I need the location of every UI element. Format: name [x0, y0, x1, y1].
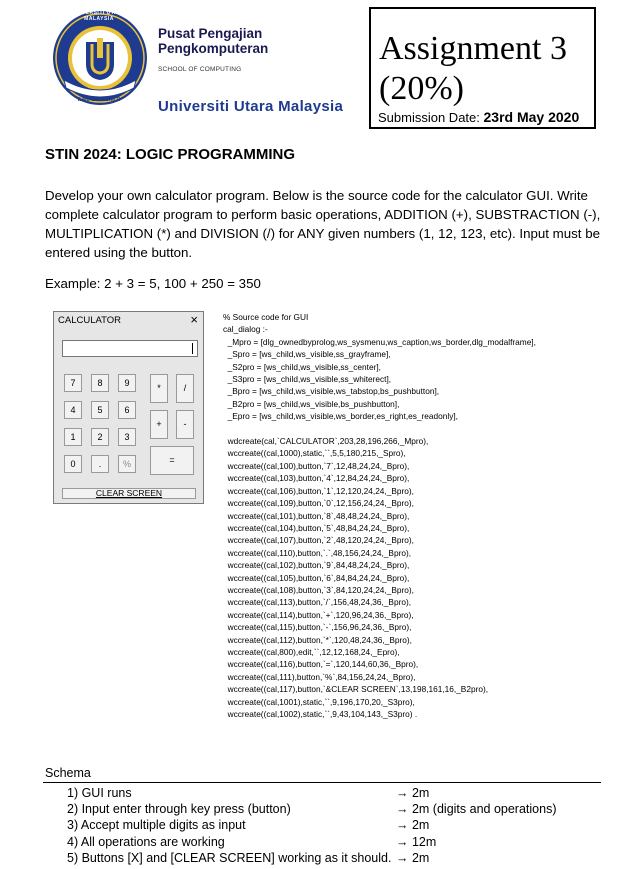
description: Develop your own calculator program. Bel…: [45, 186, 605, 262]
school-name: SCHOOL OF COMPUTING: [158, 66, 242, 73]
description-line: complete calculator program to perform b…: [45, 207, 601, 222]
org-name-line1: Pusat Pengajian: [158, 26, 263, 41]
code-line: wccreate((cal,106),button,`1`,12,120,24,…: [223, 485, 414, 496]
code-line: wccreate((cal,800),edit,``,12,12,168,24,…: [223, 646, 400, 657]
schema-item: 4) All operations are working: [67, 834, 225, 849]
code-line: wccreate((cal,116),button,`=`,120,144,60…: [223, 659, 419, 670]
code-line: wccreate((cal,109),button,`0`,12,156,24,…: [223, 498, 414, 509]
button-percent[interactable]: %: [118, 455, 136, 473]
assignment-box: Assignment 3 (20%) Submission Date: 23rd…: [369, 7, 596, 129]
calculator-window: CALCULATOR × 7 8 9 * / 4 5 6 + - 1 2 3 0…: [53, 311, 204, 504]
schema-item: 2) Input enter through key press (button…: [67, 802, 291, 817]
schema-item: 3) Accept multiple digits as input: [67, 818, 246, 833]
schema-points: → 12m: [396, 834, 437, 849]
example-text: Example: 2 + 3 = 5, 100 + 250 = 350: [45, 276, 261, 291]
university-name: Universiti Utara Malaysia: [158, 98, 344, 115]
code-line: _Bpro = [ws_child,ws_visible,ws_tabstop,…: [223, 386, 440, 397]
button-7[interactable]: 7: [64, 374, 82, 392]
code-line: wccreate((cal,113),button,`/`,156,48,24,…: [223, 597, 412, 608]
assignment-title-line2: (20%): [379, 70, 464, 107]
clear-screen-label: CLEAR SCREEN: [95, 488, 163, 498]
code-line: wccreate((cal,101),button,`8`,48,48,24,2…: [223, 510, 410, 521]
button-plus[interactable]: +: [150, 410, 168, 439]
button-3[interactable]: 3: [118, 428, 136, 446]
course-title: STIN 2024: LOGIC PROGRAMMING: [45, 146, 296, 163]
logo-ring-text: UNIVERSITI UTARA MALAYSIA: [71, 10, 127, 22]
source-code: % Source code for GUI cal_dialog :- _Mpro…: [223, 311, 623, 720]
button-dot[interactable]: .: [91, 455, 109, 473]
code-line: wccreate((cal,117),button,`&CLEAR SCREEN…: [223, 684, 489, 695]
submission-date: Submission Date: 23rd May 2020: [378, 109, 579, 125]
close-button[interactable]: ×: [190, 312, 198, 327]
code-line: wccreate((cal,110),button,`.`,48,156,24,…: [223, 547, 412, 558]
code-line: wccreate((cal,115),button,`-`,156,96,24,…: [223, 622, 412, 633]
code-line: _S3pro = [ws_child,ws_visible,ss_whitere…: [223, 374, 392, 385]
code-line: wccreate((cal,103),button,`4`,12,84,24,2…: [223, 473, 410, 484]
code-line: _B2pro = [ws_child,ws_visible,bs_pushbut…: [223, 398, 400, 409]
button-5[interactable]: 5: [91, 401, 109, 419]
code-line: wccreate((cal,107),button,`2`,48,120,24,…: [223, 535, 414, 546]
display-caret: [192, 343, 193, 354]
schema-title: Schema: [45, 766, 91, 780]
code-line: _Spro = [ws_child,ws_visible,ss_grayfram…: [223, 349, 391, 360]
button-2[interactable]: 2: [91, 428, 109, 446]
calculator-title: CALCULATOR: [58, 315, 121, 326]
schema-points: → 2m: [396, 818, 430, 833]
uum-logo: [53, 11, 147, 105]
button-8[interactable]: 8: [91, 374, 109, 392]
logo-banner-text: ILMU BUDI BAKTI: [77, 97, 121, 103]
button-6[interactable]: 6: [118, 401, 136, 419]
button-9[interactable]: 9: [118, 374, 136, 392]
code-line: _Mpro = [dlg_ownedbyprolog,ws_sysmenu,ws…: [223, 336, 536, 347]
description-line: entered using the button.: [45, 245, 193, 260]
schema-item: 1) GUI runs: [67, 786, 132, 800]
code-line: wccreate((cal,1001),static,``,9,196,170,…: [223, 696, 415, 707]
button-4[interactable]: 4: [64, 401, 82, 419]
org-name-line2: Pengkomputeran: [158, 41, 269, 56]
button-minus[interactable]: -: [176, 410, 194, 439]
code-line: wccreate((cal,100),button,`7`,12,48,24,2…: [223, 460, 410, 471]
code-line: wccreate((cal,114),button,`+`,120,96,24,…: [223, 609, 414, 620]
code-line: cal_dialog :-: [223, 324, 268, 335]
calculator-display[interactable]: [62, 340, 198, 357]
schema-item: 5) Buttons [X] and [CLEAR SCREEN] workin…: [67, 850, 392, 865]
code-line: wccreate((cal,102),button,`9`,84,48,24,2…: [223, 560, 410, 571]
code-line: wccreate((cal,1000),static,``,5,5,180,21…: [223, 448, 406, 459]
submission-label: Submission Date:: [378, 110, 484, 125]
button-1[interactable]: 1: [64, 428, 82, 446]
button-0[interactable]: 0: [64, 455, 82, 473]
code-line: _Epro = [ws_child,ws_visible,ws_border,e…: [223, 411, 458, 422]
schema-points: → 2m: [396, 850, 430, 865]
code-line: % Source code for GUI: [223, 312, 309, 322]
button-equals[interactable]: =: [150, 446, 194, 475]
code-line: wccreate((cal,111),button,`%`,84,156,24,…: [223, 671, 416, 682]
schema-points: → 2m: [396, 786, 430, 800]
code-line: _S2pro = [ws_child,ws_visible,ss_center]…: [223, 361, 381, 372]
schema-divider: [43, 782, 601, 783]
clear-screen-button[interactable]: CLEAR SCREEN: [62, 488, 196, 499]
description-line: MULTIPLICATION (*) and DIVISION (/) for …: [45, 226, 600, 241]
assignment-title-line1: Assignment 3: [379, 30, 567, 67]
assignment-title: Assignment 3 (20%): [379, 29, 567, 109]
description-line: Develop your own calculator program. Bel…: [45, 188, 588, 203]
code-line: wccreate((cal,108),button,`3`,84,120,24,…: [223, 584, 414, 595]
code-line: wccreate((cal,112),button,`*`,120,48,24,…: [223, 634, 412, 645]
org-name: Pusat Pengajian Pengkomputeran: [158, 26, 268, 56]
button-multiply[interactable]: *: [150, 374, 168, 403]
code-line: wccreate((cal,105),button,`6`,84,84,24,2…: [223, 572, 410, 583]
button-divide[interactable]: /: [176, 374, 194, 403]
code-line: wdcreate(cal,`CALCULATOR`,203,28,196,266…: [223, 436, 429, 447]
schema-points: → 2m (digits and operations): [396, 802, 557, 817]
code-line: wccreate((cal,1002),static,``,9,43,104,1…: [223, 709, 418, 719]
submission-date-value: 23rd May 2020: [483, 109, 580, 125]
code-line: wccreate((cal,104),button,`5`,48,84,24,2…: [223, 522, 410, 533]
